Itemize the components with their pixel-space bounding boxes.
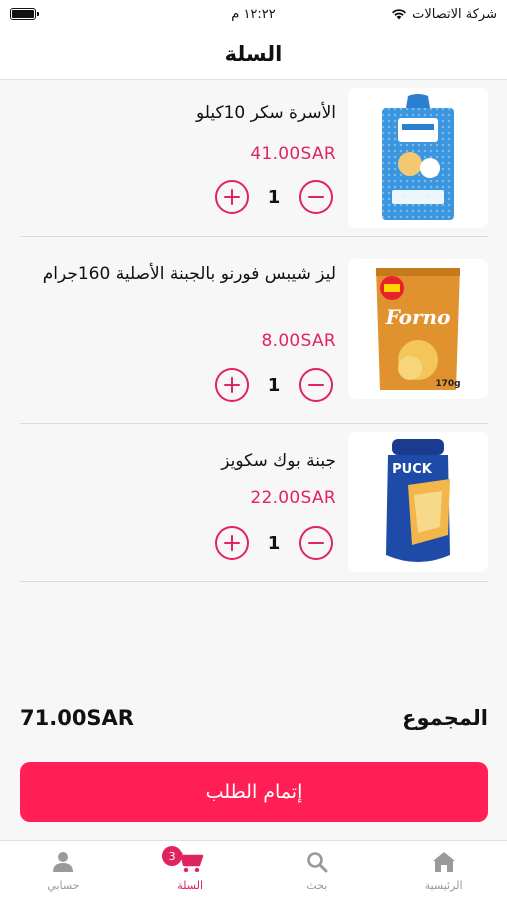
cheese-brand-text: PUCK — [392, 462, 433, 477]
battery-icon — [10, 8, 39, 20]
checkout-button[interactable]: إتمام الطلب — [20, 762, 488, 822]
increase-quantity-button[interactable] — [215, 368, 249, 402]
minus-icon — [308, 541, 324, 545]
cart-item: الأسرة سكر 10كيلو 41.00SAR 1 — [20, 80, 488, 237]
chips-bag-icon: Forno 170g — [376, 268, 461, 390]
item-name: جبنة بوك سكويز — [221, 451, 336, 471]
total-label: المجموع — [402, 706, 488, 730]
item-name: ليز شيبس فورنو بالجبنة الأصلية 160جرام — [42, 264, 336, 284]
search-icon — [307, 852, 328, 873]
item-name: الأسرة سكر 10كيلو — [195, 103, 336, 123]
increase-quantity-button[interactable] — [215, 180, 249, 214]
profile-icon — [53, 852, 74, 872]
cart-item: PUCK جبنة بوك سكويز 22.00SAR 1 — [20, 424, 488, 582]
plus-icon-vertical — [230, 535, 234, 551]
tab-search[interactable]: بحث — [254, 841, 381, 900]
item-price: 22.00SAR — [250, 488, 336, 508]
bottom-tab-bar: الرئيسية بحث 3 السلة حسابي — [0, 840, 507, 900]
tab-home[interactable]: الرئيسية — [380, 841, 507, 900]
quantity-value: 1 — [267, 186, 281, 208]
plus-icon-vertical — [230, 189, 234, 205]
tab-label: الرئيسية — [424, 879, 463, 892]
tab-label: بحث — [306, 879, 328, 892]
decrease-quantity-button[interactable] — [299, 526, 333, 560]
cart-item: Forno 170g ليز شيبس فورنو بالجبنة الأصلي… — [20, 237, 488, 424]
status-time: ١٢:٢٢ م — [231, 6, 276, 22]
tab-label: حسابي — [47, 879, 80, 892]
carrier-name: شركة الاتصالات — [412, 6, 497, 22]
sugar-bag-product-image[interactable] — [348, 88, 488, 228]
increase-quantity-button[interactable] — [215, 526, 249, 560]
plus-icon-vertical — [230, 377, 234, 393]
total-value: 71.00SAR — [20, 706, 134, 730]
chips-brand-text: Forno — [385, 305, 451, 329]
chips-weight-text: 170g — [435, 379, 460, 389]
minus-icon — [308, 195, 324, 199]
carrier-group: شركة الاتصالات — [391, 7, 497, 22]
page-header: السلة — [0, 28, 507, 80]
chips-bag-product-image[interactable]: Forno 170g — [348, 259, 488, 399]
quantity-stepper: 1 — [215, 368, 333, 402]
tab-label: السلة — [177, 879, 204, 892]
item-price: 8.00SAR — [261, 331, 336, 351]
minus-icon — [308, 383, 324, 387]
quantity-stepper: 1 — [215, 526, 333, 560]
tab-cart[interactable]: 3 السلة — [127, 841, 254, 900]
quantity-value: 1 — [267, 532, 281, 554]
order-total: 71.00SAR المجموع — [20, 700, 488, 736]
tab-profile[interactable]: حسابي — [0, 841, 127, 900]
quantity-value: 1 — [267, 374, 281, 396]
wifi-icon — [392, 9, 407, 20]
quantity-stepper: 1 — [215, 180, 333, 214]
cart-count-badge: 3 — [162, 846, 183, 866]
status-bar: ١٢:٢٢ م شركة الاتصالات — [0, 0, 507, 28]
decrease-quantity-button[interactable] — [299, 180, 333, 214]
decrease-quantity-button[interactable] — [299, 368, 333, 402]
home-icon — [432, 852, 455, 872]
page-title: السلة — [224, 41, 283, 66]
cheese-bottle-icon: PUCK — [386, 439, 450, 562]
cheese-bottle-product-image[interactable]: PUCK — [348, 432, 488, 572]
sugar-bag-icon — [382, 94, 454, 220]
item-price: 41.00SAR — [250, 144, 336, 164]
